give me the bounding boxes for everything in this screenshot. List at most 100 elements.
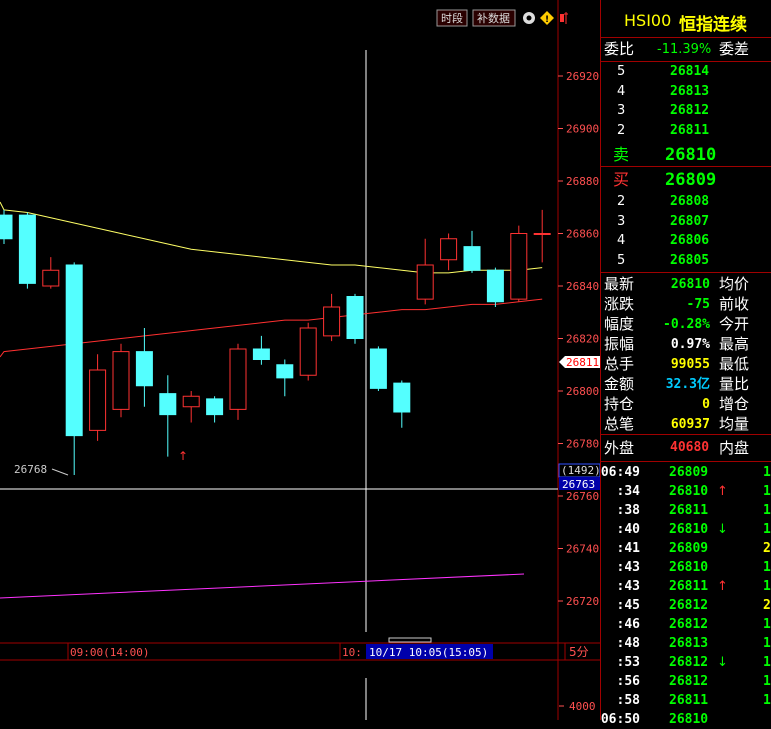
price-tick-label: 26800 bbox=[566, 385, 599, 398]
candle bbox=[206, 396, 224, 423]
tick-time: :46 bbox=[616, 617, 640, 632]
ask-level: 3 bbox=[617, 103, 626, 118]
candlesticks bbox=[0, 209, 551, 475]
stat-value: -0.28% bbox=[663, 317, 710, 332]
tick-time: :40 bbox=[616, 522, 640, 537]
outer-inner-row: 外盘 40680 内盘 bbox=[601, 437, 771, 459]
stat-label: 金额 bbox=[604, 375, 635, 393]
candle bbox=[346, 293, 364, 344]
candle bbox=[65, 262, 83, 475]
candle-body bbox=[206, 398, 224, 416]
candle bbox=[463, 230, 481, 273]
tick-time: :43 bbox=[616, 560, 640, 575]
tick-price: 26812 bbox=[669, 617, 709, 632]
stat-value: 32.3亿 bbox=[665, 377, 710, 392]
bid1-row[interactable]: 买 26809 bbox=[601, 169, 771, 191]
tick-time: :56 bbox=[616, 674, 640, 689]
tick-price: 26812 bbox=[669, 674, 709, 689]
stat-label2: 今开 bbox=[719, 315, 750, 333]
tick-arrow: ↓ bbox=[717, 522, 728, 537]
candle-body bbox=[159, 393, 177, 416]
svg-text:!: ! bbox=[545, 15, 549, 25]
tick-volume: 1 bbox=[763, 465, 771, 480]
bid-price: 26805 bbox=[670, 252, 710, 268]
candle bbox=[229, 343, 247, 420]
tick-time: 06:49 bbox=[600, 465, 640, 480]
tick-row: :45 26812 2 bbox=[601, 596, 771, 615]
tick-time: :48 bbox=[616, 636, 640, 651]
stat-row: 最新 26810 均价 bbox=[601, 275, 771, 294]
tick-row: :34 26810 ↑ 1 bbox=[601, 482, 771, 501]
scroll-thumb[interactable] bbox=[388, 637, 432, 643]
bid-price: 26808 bbox=[670, 194, 710, 209]
quote-panel: HSI00 恒指连续 委比 -11.39% 委差 5 26814 4 26813 3 26… bbox=[600, 0, 771, 727]
up-arrow-marker: ↑ bbox=[178, 449, 188, 463]
tick-volume: 1 bbox=[763, 655, 771, 670]
tick-time: :38 bbox=[616, 503, 640, 518]
ma-yellow-line bbox=[0, 201, 543, 274]
zoom-icon[interactable] bbox=[560, 14, 564, 22]
tick-price: 26811 bbox=[669, 693, 709, 708]
price-tick-label: 26900 bbox=[566, 123, 599, 136]
ask-level: 4 bbox=[617, 83, 626, 99]
bid1-price: 26809 bbox=[665, 170, 717, 190]
candle-body bbox=[510, 233, 528, 300]
ask-row[interactable]: 3 26812 bbox=[601, 101, 771, 120]
ask-row[interactable]: 5 26814 bbox=[601, 62, 771, 81]
candle bbox=[18, 212, 36, 289]
bid-row[interactable]: 3 26807 bbox=[601, 212, 771, 231]
tick-time: :45 bbox=[616, 598, 640, 613]
tick-arrow: ↑ bbox=[717, 579, 728, 594]
price-tick-label: 26760 bbox=[566, 490, 599, 503]
weibi-label: 委比 bbox=[604, 40, 635, 58]
inner-label: 内盘 bbox=[719, 439, 750, 457]
price-tick-label: 26780 bbox=[566, 438, 599, 451]
candle bbox=[159, 375, 177, 457]
stat-label: 最新 bbox=[604, 275, 635, 293]
price-tick-label: 26720 bbox=[566, 595, 599, 608]
ask-row[interactable]: 4 26813 bbox=[601, 82, 771, 101]
stat-label2: 最高 bbox=[719, 335, 750, 353]
bid-level: 4 bbox=[617, 233, 626, 248]
tick-time: :58 bbox=[616, 693, 640, 708]
candle-body bbox=[393, 382, 411, 413]
tick-row: :41 26809 2 bbox=[601, 539, 771, 558]
current-price-value: 26811 bbox=[566, 356, 599, 369]
stat-value: 0 bbox=[702, 397, 710, 412]
candle-body bbox=[229, 348, 247, 410]
tick-row: :48 26813 1 bbox=[601, 634, 771, 653]
time-label-1: 09:00(14:00) bbox=[70, 646, 149, 659]
tick-price: 26809 bbox=[669, 465, 709, 480]
ask-level: 2 bbox=[617, 122, 626, 138]
low-price-pointer bbox=[51, 468, 69, 476]
tick-row: :46 26812 1 bbox=[601, 615, 771, 634]
ask1-label: 卖 bbox=[613, 145, 630, 164]
bid-row[interactable]: 2 26808 bbox=[601, 192, 771, 211]
price-chart[interactable]: 26920 26900 26880 26860 26840 26820 26800 26780… bbox=[0, 0, 600, 720]
volume-axis-label: 4000 bbox=[569, 700, 596, 713]
candle-body bbox=[486, 269, 504, 303]
ask1-row[interactable]: 卖 26810 bbox=[601, 144, 771, 166]
tick-arrow: ↑ bbox=[717, 484, 728, 499]
candle bbox=[252, 335, 270, 365]
ask-row[interactable]: 2 26811 bbox=[601, 121, 771, 140]
stat-value: -75 bbox=[686, 297, 710, 312]
tick-row: :58 26811 1 bbox=[601, 691, 771, 710]
tick-row: :40 26810 ↓ 1 bbox=[601, 520, 771, 539]
bid1-label: 买 bbox=[613, 170, 630, 189]
stat-row: 金额 32.3亿 量比 bbox=[601, 375, 771, 394]
tick-row: :56 26812 1 bbox=[601, 672, 771, 691]
price-tick-label: 26920 bbox=[566, 70, 599, 83]
candle bbox=[135, 328, 153, 407]
low-price-label: 26768 bbox=[14, 463, 47, 476]
bid-row[interactable]: 4 26806 bbox=[601, 231, 771, 250]
bid-row[interactable]: 5 26805 bbox=[601, 251, 771, 270]
tick-price: 26809 bbox=[669, 541, 709, 556]
tick-price: 26811 bbox=[669, 503, 709, 518]
tick-price: 26810 bbox=[669, 560, 709, 575]
tick-volume: 1 bbox=[763, 484, 771, 499]
cursor-price-value: 26763 bbox=[562, 478, 595, 491]
stat-value: 0.97% bbox=[670, 337, 710, 352]
period-label[interactable]: 5分 bbox=[569, 645, 589, 659]
tick-price: 26811 bbox=[669, 579, 709, 594]
